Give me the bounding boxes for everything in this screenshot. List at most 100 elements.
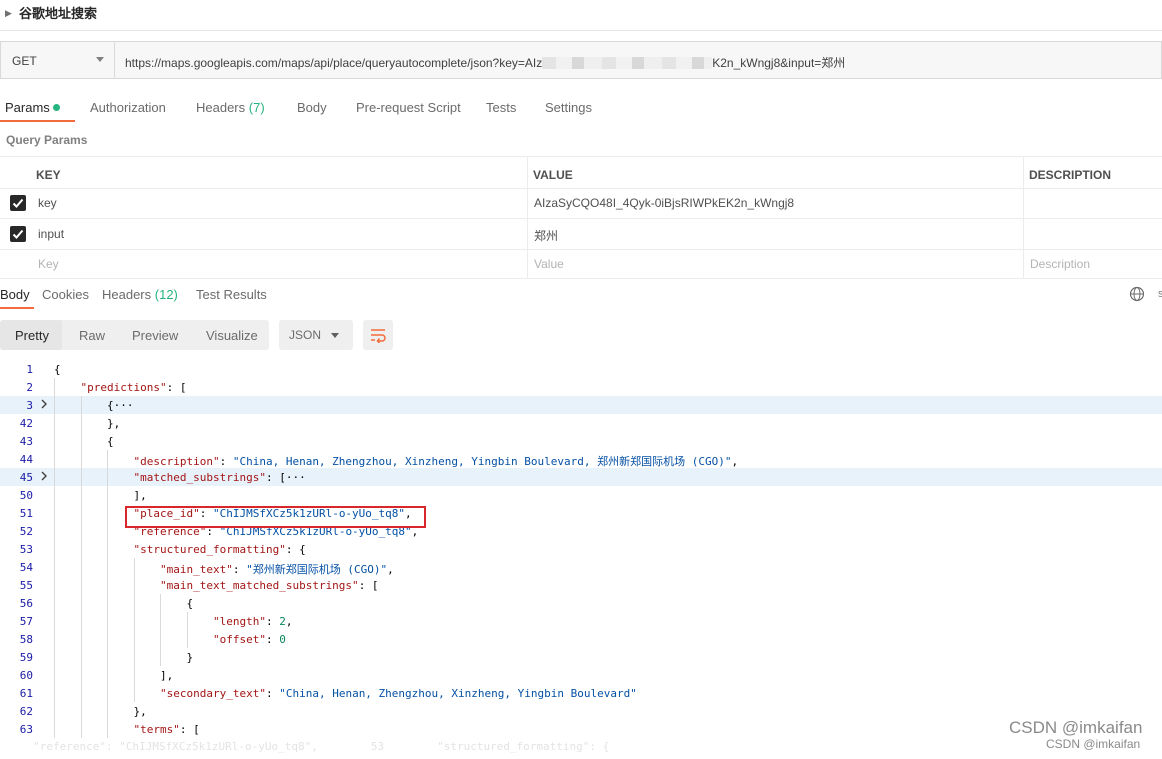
redacted-key-blur [542, 57, 713, 69]
tab-label: Body [297, 100, 327, 115]
indent-guide [107, 612, 108, 630]
description-cell[interactable] [1023, 219, 1162, 249]
row-checkbox[interactable] [10, 195, 26, 211]
collapse-caret-icon[interactable]: ▶ [5, 8, 12, 19]
tab-settings[interactable]: Settings [545, 100, 592, 115]
code-line: 3 {··· [0, 396, 1162, 414]
indent-guide [107, 468, 108, 486]
indent-guide [80, 486, 82, 504]
indent-guide [107, 648, 108, 666]
params-active-dot-icon [52, 104, 60, 111]
indent-guide [107, 720, 108, 738]
view-mode-segmented: Pretty Raw Preview Visualize [0, 320, 269, 350]
code-token: } [186, 651, 194, 664]
value-cell: 郑州 [527, 219, 1023, 249]
param-value[interactable]: AIzaSyCQO48I_4Qyk-0iBjsRIWPkEK2n_kWngj8 [534, 196, 794, 210]
indent-guide [80, 594, 82, 612]
code-token: "length" [213, 615, 266, 628]
active-tab-underline [0, 120, 75, 122]
tab-body[interactable]: Body [297, 100, 327, 115]
code-token: }, [133, 705, 147, 718]
truncated-status-text: s [1158, 288, 1162, 300]
code-line: 61 "secondary_text": "China, Henan, Zheng… [0, 684, 1162, 702]
row-checkbox[interactable] [10, 226, 26, 242]
tab-headers[interactable]: Headers (7) [196, 100, 265, 115]
chevron-down-icon [96, 57, 104, 62]
view-raw[interactable]: Raw [79, 328, 105, 343]
indent-guide [54, 558, 55, 576]
indent-guide [54, 648, 55, 666]
code-token: , [387, 563, 394, 576]
code-text: {··· [107, 399, 134, 412]
code-text: "description": "China, Henan, Zhengzhou,… [134, 453, 739, 469]
code-line: 53 "structured_formatting": { [0, 540, 1162, 558]
indent-guide [80, 684, 82, 702]
description-cell[interactable] [1023, 188, 1162, 218]
code-line: 43 { [0, 432, 1162, 450]
format-label: JSON [289, 328, 322, 342]
tab-label: Pre-request Script [356, 100, 461, 115]
code-line: 59} [0, 648, 1162, 666]
wrap-lines-button[interactable] [363, 320, 393, 350]
tab-cookies[interactable]: Cookies [42, 287, 89, 302]
format-select[interactable]: JSON [279, 320, 353, 350]
header-value: VALUE [533, 168, 573, 182]
tab-tests[interactable]: Tests [486, 100, 516, 115]
code-token: 2 [279, 615, 286, 628]
code-line: 63 "terms": [ [0, 720, 1162, 738]
code-token: : [ [179, 723, 200, 736]
tab-pre-request-script[interactable]: Pre-request Script [356, 100, 461, 115]
url-input[interactable]: https://maps.googleapis.com/maps/api/pla… [115, 41, 1162, 79]
line-number: 56 [19, 597, 33, 610]
code-token: : [265, 633, 280, 646]
param-key[interactable]: input [38, 227, 64, 241]
code-text: } [187, 651, 194, 664]
code-token: ], [133, 489, 147, 502]
indent-guide [80, 702, 82, 720]
globe-icon[interactable] [1129, 286, 1145, 302]
line-number: 52 [19, 525, 33, 538]
indent-guide [107, 540, 108, 558]
new-key-input[interactable]: Key [38, 257, 59, 271]
tab-count: (12) [154, 287, 178, 302]
method-select[interactable]: GET [0, 41, 115, 79]
new-value-input[interactable]: Value [534, 257, 564, 271]
request-name[interactable]: 谷歌地址搜索 [19, 3, 97, 22]
header-cell: DESCRIPTION [1023, 157, 1162, 188]
tab-label: Headers [102, 287, 152, 302]
indent-guide [133, 612, 135, 630]
tab-params[interactable]: Params [5, 100, 60, 115]
indent-guide [80, 648, 82, 666]
tab-response-headers[interactable]: Headers (12) [102, 287, 178, 302]
query-params-title: Query Params [6, 133, 88, 147]
indent-guide [54, 504, 55, 522]
view-visualize[interactable]: Visualize [206, 328, 258, 343]
description-cell: Description [1023, 250, 1162, 278]
indent-guide [54, 630, 55, 648]
code-token: "secondary_text" [160, 687, 266, 700]
code-token: , [731, 455, 739, 468]
line-number: 50 [19, 489, 33, 502]
tab-test-results[interactable]: Test Results [196, 287, 267, 302]
code-text: { [107, 435, 114, 448]
tab-authorization[interactable]: Authorization [90, 100, 166, 115]
code-token: : [265, 687, 280, 700]
indent-guide [54, 540, 55, 558]
chevron-right-icon[interactable] [39, 398, 49, 410]
param-value[interactable]: 郑州 [534, 227, 558, 244]
new-description-input[interactable]: Description [1030, 257, 1090, 271]
chevron-right-icon[interactable] [39, 470, 49, 482]
view-preview[interactable]: Preview [132, 328, 178, 343]
code-text: "matched_substrings": [··· [134, 471, 306, 484]
tab-response-body[interactable]: Body [0, 287, 30, 302]
indent-guide [133, 666, 135, 684]
tab-label: Authorization [90, 100, 166, 115]
indent-guide [80, 504, 82, 522]
code-line: 45 "matched_substrings": [··· [0, 468, 1162, 486]
param-key[interactable]: key [38, 196, 57, 210]
view-pretty[interactable]: Pretty [15, 328, 49, 343]
code-token: : [··· [265, 471, 306, 484]
code-token: { [107, 435, 114, 448]
code-token: {··· [107, 399, 134, 412]
response-body-editor[interactable]: 1{2 "predictions": [3 {··· 42}, 43{44 "descri… [0, 360, 1162, 750]
